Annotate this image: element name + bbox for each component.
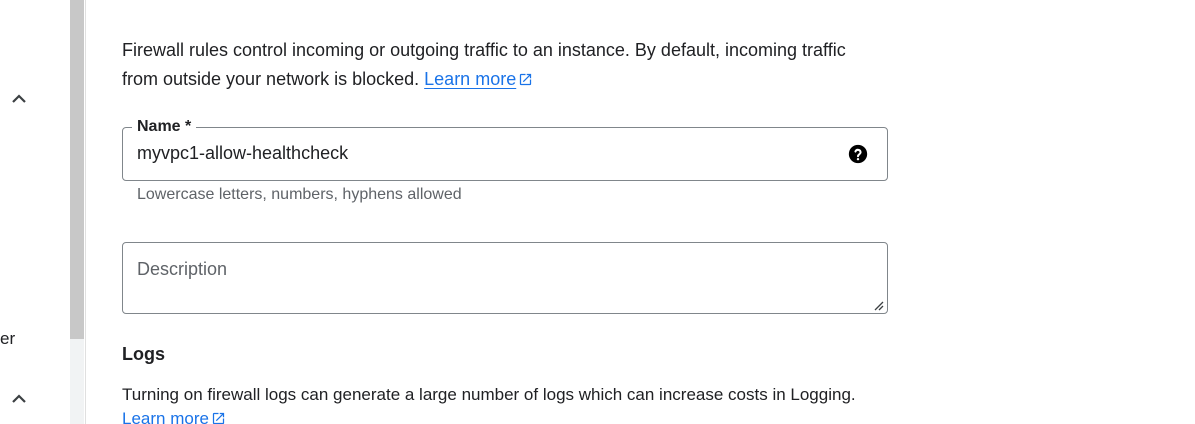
- description-placeholder: Description: [137, 259, 228, 279]
- external-link-icon: [211, 409, 226, 424]
- left-navigation: er: [0, 0, 70, 424]
- name-field-hint: Lowercase letters, numbers, hyphens allo…: [137, 186, 462, 203]
- external-link-icon: [518, 67, 533, 96]
- sidebar-item-label[interactable]: er: [0, 329, 15, 349]
- learn-more-link[interactable]: Learn more: [424, 69, 516, 89]
- resize-handle-icon[interactable]: [872, 298, 884, 311]
- firewall-intro: Firewall rules control incoming or outgo…: [122, 36, 882, 96]
- logs-text: Turning on firewall logs can generate a …: [122, 385, 856, 404]
- logs-learn-more-link[interactable]: Learn more: [122, 409, 209, 424]
- name-field-label: Name *: [132, 117, 197, 137]
- chevron-up-icon[interactable]: [12, 94, 26, 106]
- help-icon[interactable]: [847, 143, 869, 165]
- name-field[interactable]: Name * myvpc1-allow-healthcheck: [122, 117, 888, 181]
- logs-heading: Logs: [122, 344, 165, 364]
- name-input-value[interactable]: myvpc1-allow-healthcheck: [137, 143, 348, 164]
- description-field[interactable]: Description: [122, 242, 888, 314]
- logs-description: Turning on firewall logs can generate a …: [122, 383, 882, 424]
- chevron-up-icon[interactable]: [12, 394, 26, 406]
- panel-divider: [85, 0, 86, 424]
- scrollbar-thumb[interactable]: [70, 0, 84, 339]
- page: er Firewall rules control incoming or ou…: [0, 0, 1195, 424]
